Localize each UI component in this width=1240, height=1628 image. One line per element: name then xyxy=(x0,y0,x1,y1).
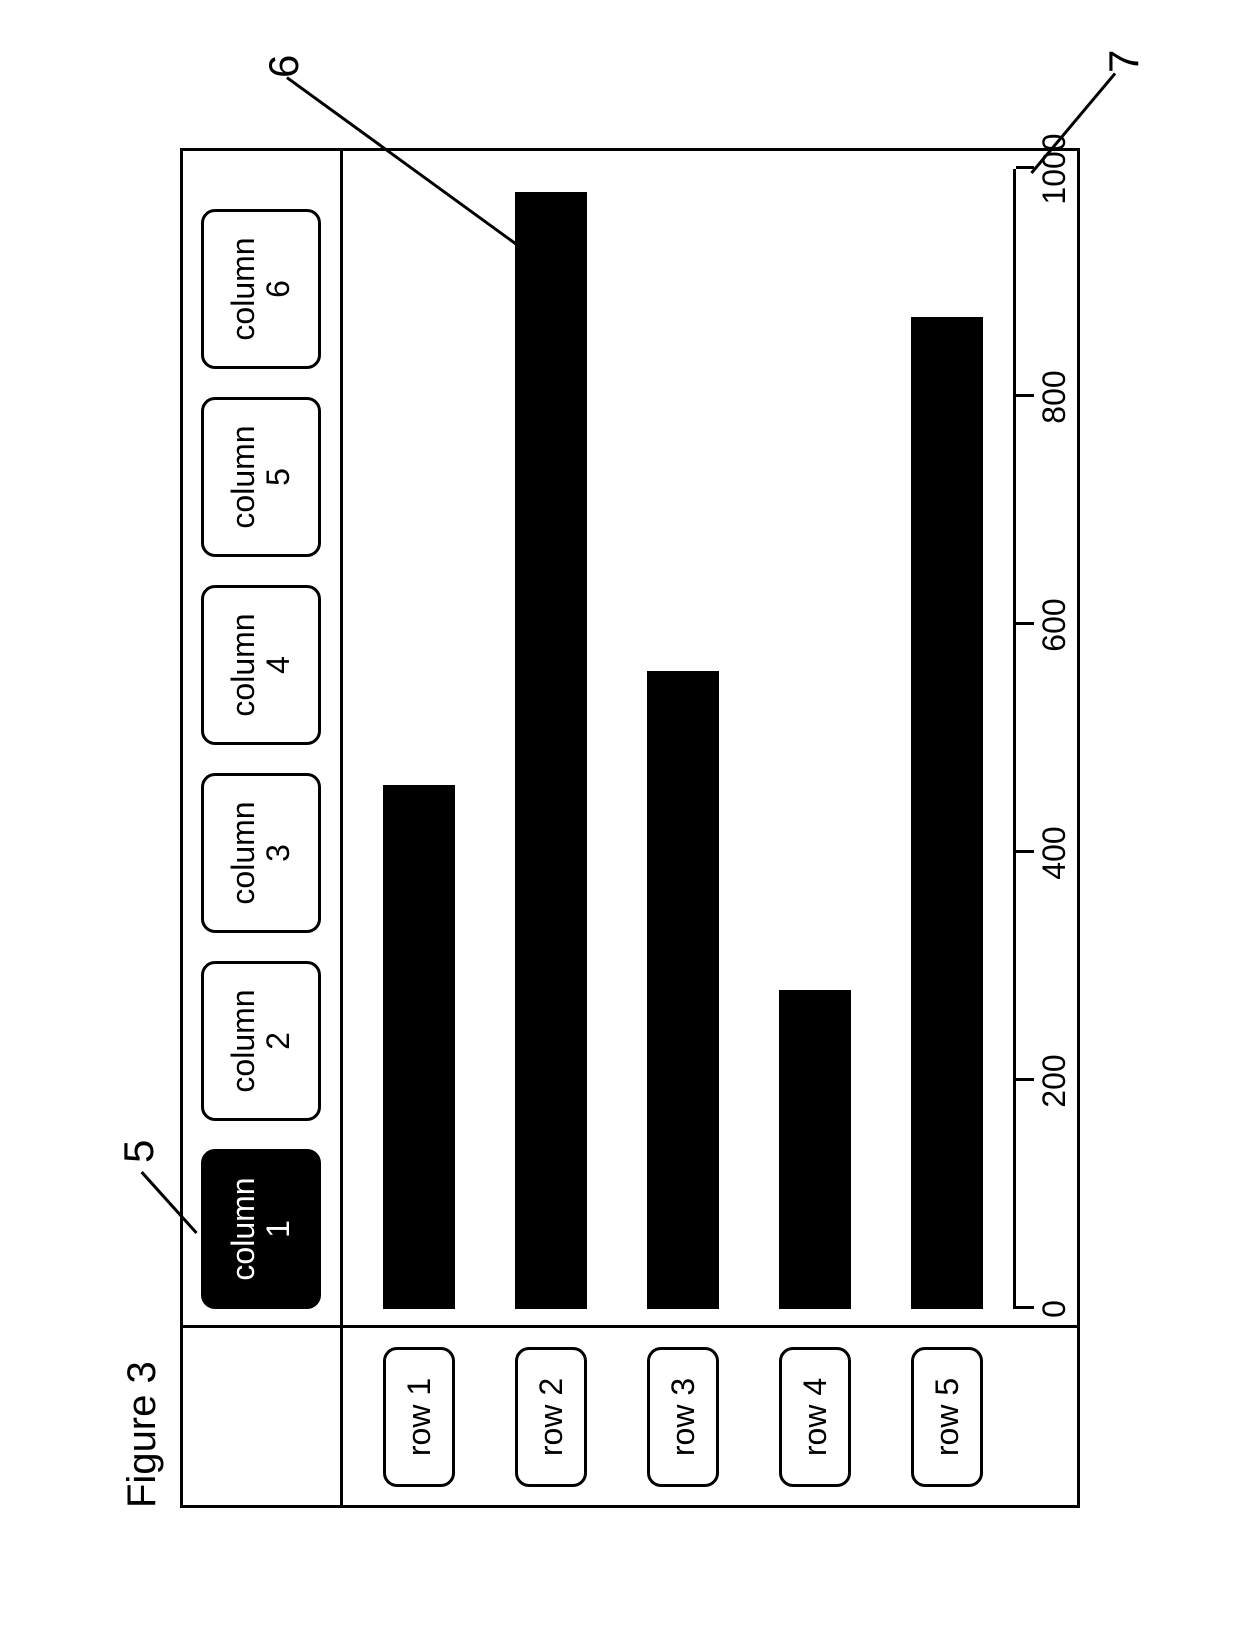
row-button-label: row 4 xyxy=(797,1378,834,1456)
row-button-label: row 2 xyxy=(533,1378,570,1456)
main-panel: column 1 column 2 column 3 column 4 colu… xyxy=(180,148,1080,1508)
figure-title: Figure 3 xyxy=(120,1361,165,1508)
column-selector-row: column 1 column 2 column 3 column 4 colu… xyxy=(201,209,321,1309)
annotation-5: 5 xyxy=(115,1140,163,1163)
column-button-label: column xyxy=(226,613,261,716)
column-button-label: column xyxy=(226,425,261,528)
column-button-label: column xyxy=(226,237,261,340)
bar-row-5 xyxy=(911,317,983,1309)
x-tick-label: 0 xyxy=(1036,1269,1073,1349)
column-button-6[interactable]: column 6 xyxy=(201,209,321,369)
annotation-7: 7 xyxy=(1100,50,1148,73)
annotation-6: 6 xyxy=(260,55,308,78)
row-button-4[interactable]: row 4 xyxy=(779,1347,851,1487)
column-button-label: column xyxy=(226,801,261,904)
column-button-1[interactable]: column 1 xyxy=(201,1149,321,1309)
row-button-5[interactable]: row 5 xyxy=(911,1347,983,1487)
column-button-number: 6 xyxy=(261,280,296,298)
row-button-label: row 1 xyxy=(401,1378,438,1456)
x-tick-label: 200 xyxy=(1036,1041,1073,1121)
column-button-3[interactable]: column 3 xyxy=(201,773,321,933)
row-label-column: row 1 row 2 row 3 row 4 row 5 xyxy=(383,1347,983,1487)
row-button-2[interactable]: row 2 xyxy=(515,1347,587,1487)
column-button-number: 1 xyxy=(261,1220,296,1238)
row-button-label: row 3 xyxy=(665,1378,702,1456)
column-button-label: column xyxy=(226,1177,261,1280)
bar-row-3 xyxy=(647,671,719,1309)
x-tick-label: 1000 xyxy=(1036,129,1073,209)
column-button-2[interactable]: column 2 xyxy=(201,961,321,1121)
column-button-5[interactable]: column 5 xyxy=(201,397,321,557)
x-tick-label: 600 xyxy=(1036,585,1073,665)
x-tick-label: 400 xyxy=(1036,813,1073,893)
bar-plot xyxy=(383,169,1013,1309)
row-button-3[interactable]: row 3 xyxy=(647,1347,719,1487)
column-button-number: 2 xyxy=(261,1032,296,1050)
row-button-label: row 5 xyxy=(929,1378,966,1456)
x-tick-label: 800 xyxy=(1036,357,1073,437)
x-axis: 0 200 400 600 800 1000 xyxy=(1013,169,1066,1309)
bar-row-1 xyxy=(383,785,455,1309)
row-button-1[interactable]: row 1 xyxy=(383,1347,455,1487)
column-button-number: 5 xyxy=(261,468,296,486)
column-button-number: 3 xyxy=(261,844,296,862)
bar-row-2 xyxy=(515,192,587,1309)
column-button-4[interactable]: column 4 xyxy=(201,585,321,745)
bar-row-4 xyxy=(779,990,851,1309)
column-button-number: 4 xyxy=(261,656,296,674)
column-button-label: column xyxy=(226,989,261,1092)
